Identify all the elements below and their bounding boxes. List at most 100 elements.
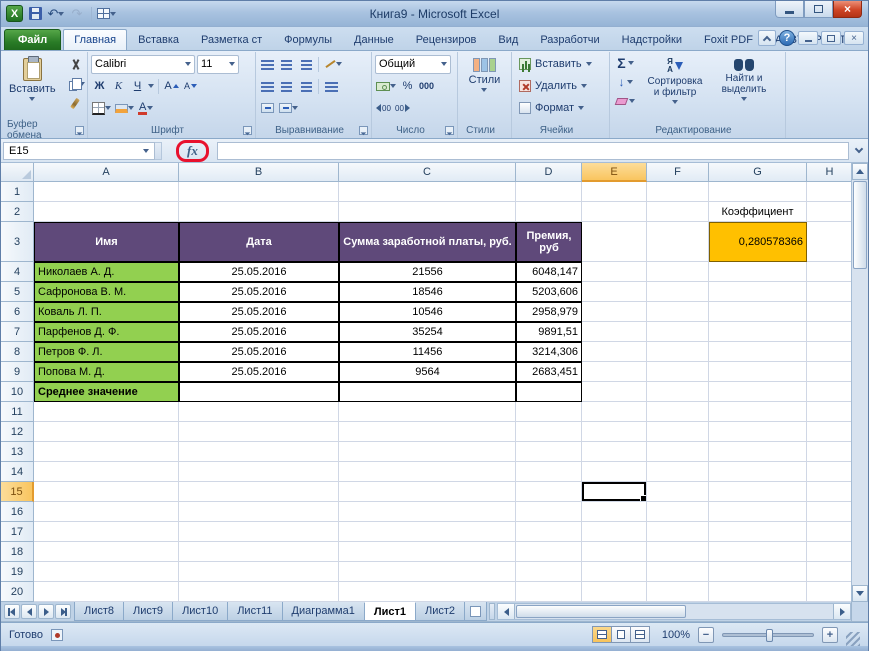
row-header-2[interactable]: 2: [1, 202, 34, 222]
cell-F3[interactable]: [647, 222, 709, 262]
zoom-in-button[interactable]: +: [822, 627, 838, 643]
copy-button[interactable]: [63, 75, 88, 93]
wrap-text-button[interactable]: [259, 100, 276, 117]
cell-F17[interactable]: [647, 522, 709, 542]
vertical-scroll-track[interactable]: [852, 270, 868, 585]
normal-view-button[interactable]: [592, 626, 612, 643]
cell-F1[interactable]: [647, 182, 709, 202]
ribbon-tab-data[interactable]: Данные: [343, 29, 405, 50]
row-header-3[interactable]: 3: [1, 222, 34, 262]
increase-decimal-button[interactable]: 00: [375, 100, 392, 117]
cell-D6[interactable]: 2958,979: [516, 302, 582, 322]
row-header-7[interactable]: 7: [1, 322, 34, 342]
cell-A15[interactable]: [34, 482, 179, 502]
alignment-dialog-launcher[interactable]: [359, 126, 368, 135]
sheet-tab-list8[interactable]: Лист8: [74, 602, 124, 621]
row-header-18[interactable]: 18: [1, 542, 34, 562]
cell-B1[interactable]: [179, 182, 339, 202]
merge-center-button[interactable]: [278, 100, 299, 117]
resize-grip[interactable]: [846, 632, 860, 646]
minimize-button[interactable]: [775, 1, 804, 18]
macro-record-button[interactable]: [51, 629, 63, 641]
cell-A1[interactable]: [34, 182, 179, 202]
cell-C10[interactable]: [339, 382, 516, 402]
cell-B15[interactable]: [179, 482, 339, 502]
horizontal-scrollbar[interactable]: [497, 603, 851, 620]
cell-H3[interactable]: [807, 222, 851, 262]
format-painter-button[interactable]: [63, 94, 88, 112]
row-header-14[interactable]: 14: [1, 462, 34, 482]
orientation-button[interactable]: [323, 56, 343, 73]
ribbon-tab-file[interactable]: Файл: [4, 29, 61, 50]
cell-H18[interactable]: [807, 542, 851, 562]
cell-B17[interactable]: [179, 522, 339, 542]
cell-C20[interactable]: [339, 582, 516, 602]
column-header-D[interactable]: D: [516, 163, 582, 182]
cell-G11[interactable]: [709, 402, 807, 422]
vertical-scrollbar[interactable]: [851, 163, 868, 602]
sort-filter-button[interactable]: ЯА Сортировка и фильтр: [641, 54, 709, 123]
cell-B6[interactable]: 25.05.2016: [179, 302, 339, 322]
cell-G6[interactable]: [709, 302, 807, 322]
page-break-view-button[interactable]: [630, 626, 650, 643]
autosum-button[interactable]: Σ: [613, 54, 638, 72]
insert-function-button[interactable]: fx: [187, 143, 198, 159]
find-select-button[interactable]: Найти и выделить: [712, 54, 776, 123]
cell-D10[interactable]: [516, 382, 582, 402]
row-header-16[interactable]: 16: [1, 502, 34, 522]
cell-H11[interactable]: [807, 402, 851, 422]
cell-B14[interactable]: [179, 462, 339, 482]
cell-B11[interactable]: [179, 402, 339, 422]
cell-A4[interactable]: Николаев А. Д.: [34, 262, 179, 282]
font-dialog-launcher[interactable]: [243, 126, 252, 135]
cell-C12[interactable]: [339, 422, 516, 442]
cut-button[interactable]: [63, 56, 88, 74]
cell-E10[interactable]: [582, 382, 647, 402]
cell-G20[interactable]: [709, 582, 807, 602]
cell-B10[interactable]: [179, 382, 339, 402]
cell-C7[interactable]: 35254: [339, 322, 516, 342]
prev-sheet-button[interactable]: [21, 604, 37, 619]
column-header-A[interactable]: A: [34, 163, 179, 182]
cell-F2[interactable]: [647, 202, 709, 222]
cell-G1[interactable]: [709, 182, 807, 202]
cell-D5[interactable]: 5203,606: [516, 282, 582, 302]
cell-B19[interactable]: [179, 562, 339, 582]
cell-E7[interactable]: [582, 322, 647, 342]
cell-D19[interactable]: [516, 562, 582, 582]
cell-E2[interactable]: [582, 202, 647, 222]
paste-button[interactable]: Вставить: [5, 54, 60, 123]
cell-C14[interactable]: [339, 462, 516, 482]
sheet-tab-list10[interactable]: Лист10: [172, 602, 228, 621]
close-button[interactable]: ×: [833, 1, 862, 18]
name-box[interactable]: E15: [3, 142, 155, 160]
doc-minimize-button[interactable]: [798, 31, 818, 45]
cell-C16[interactable]: [339, 502, 516, 522]
number-dialog-launcher[interactable]: [445, 126, 454, 135]
decrease-font-button[interactable]: А: [182, 78, 199, 95]
cell-A19[interactable]: [34, 562, 179, 582]
cell-G17[interactable]: [709, 522, 807, 542]
cell-G7[interactable]: [709, 322, 807, 342]
underline-button[interactable]: Ч: [129, 78, 146, 95]
cell-F19[interactable]: [647, 562, 709, 582]
underline-dropdown-icon[interactable]: [148, 84, 154, 88]
cell-G10[interactable]: [709, 382, 807, 402]
cell-A3[interactable]: Имя: [34, 222, 179, 262]
cell-F16[interactable]: [647, 502, 709, 522]
cell-A16[interactable]: [34, 502, 179, 522]
cell-C3[interactable]: Сумма заработной платы, руб.: [339, 222, 516, 262]
cell-H20[interactable]: [807, 582, 851, 602]
undo-button[interactable]: ↶: [47, 5, 65, 22]
cell-B3[interactable]: Дата: [179, 222, 339, 262]
scroll-left-button[interactable]: [498, 604, 515, 619]
clear-button[interactable]: [613, 92, 638, 110]
cell-F5[interactable]: [647, 282, 709, 302]
cell-E12[interactable]: [582, 422, 647, 442]
cell-E16[interactable]: [582, 502, 647, 522]
column-header-E[interactable]: E: [582, 163, 647, 182]
ribbon-tab-foxit-pdf[interactable]: Foxit PDF: [693, 29, 764, 50]
scroll-down-button[interactable]: [852, 585, 868, 602]
column-header-B[interactable]: B: [179, 163, 339, 182]
paste-dropdown-icon[interactable]: [29, 97, 35, 101]
